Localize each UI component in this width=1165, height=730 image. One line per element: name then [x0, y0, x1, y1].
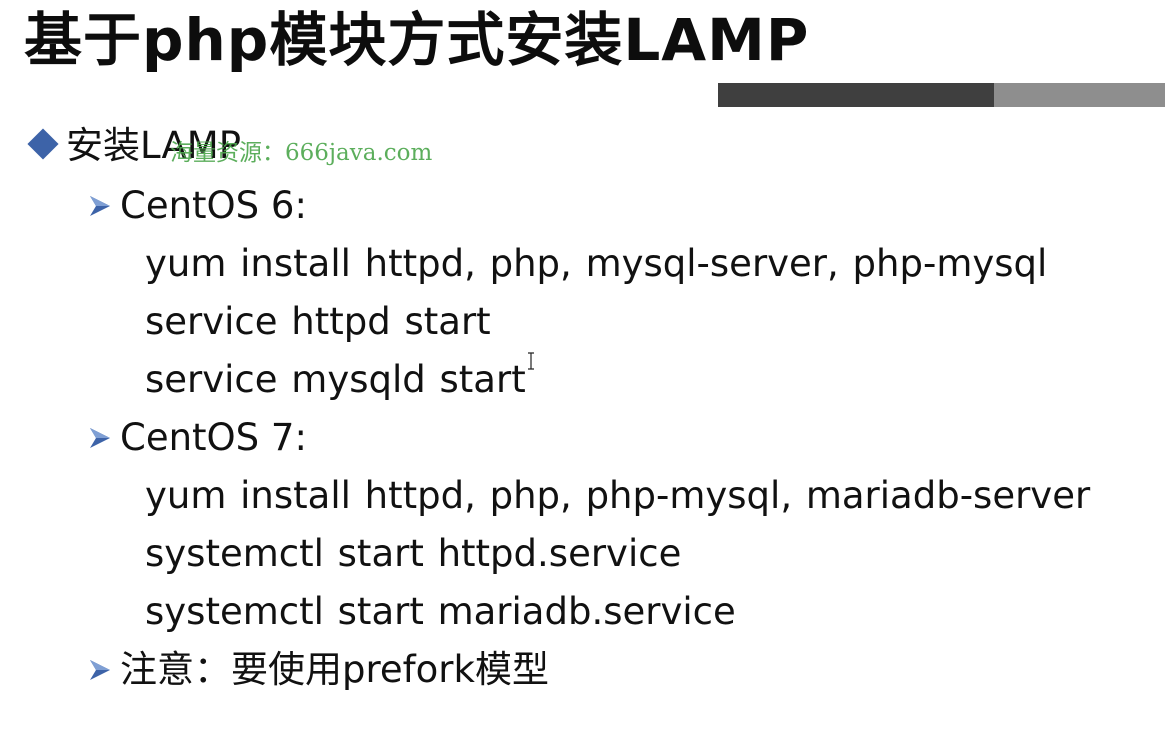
- note-text: 注意：要使用prefork模型: [120, 648, 549, 691]
- arrow-bullet-icon: [88, 192, 112, 220]
- section-note: 注意：要使用prefork模型: [88, 648, 549, 692]
- slide-title: 基于php模块方式安装LAMP: [24, 6, 810, 74]
- title-bar-light: [994, 83, 1165, 107]
- diamond-bullet-icon: [27, 128, 59, 160]
- arrow-bullet-icon: [88, 656, 112, 684]
- section-heading: CentOS 7:: [120, 416, 307, 459]
- command-line: systemctl start httpd.service: [145, 532, 682, 575]
- section-centos7: CentOS 7:: [88, 416, 307, 460]
- title-bar-dark: [718, 83, 994, 107]
- command-line: service httpd start: [145, 300, 491, 343]
- text-cursor-icon: [528, 352, 534, 370]
- command-line: systemctl start mariadb.service: [145, 590, 736, 633]
- arrow-bullet-icon: [88, 424, 112, 452]
- watermark: 海量资源：666java.com: [170, 140, 433, 166]
- command-line: yum install httpd, php, php-mysql, maria…: [145, 474, 1091, 517]
- section-centos6: CentOS 6:: [88, 184, 307, 228]
- command-line: service mysqld start: [145, 358, 526, 401]
- command-line: yum install httpd, php, mysql-server, ph…: [145, 242, 1048, 285]
- section-heading: CentOS 6:: [120, 184, 307, 227]
